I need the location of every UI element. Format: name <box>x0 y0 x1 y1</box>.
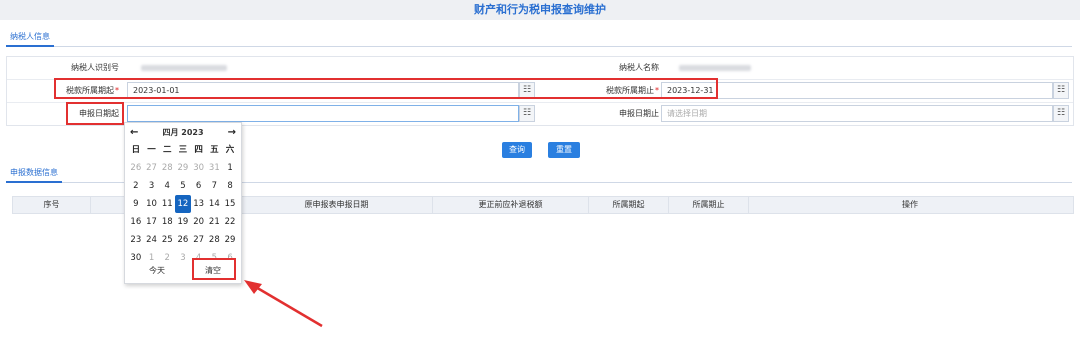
highlight-clear-button <box>192 258 236 280</box>
taxpayer-id-label: 纳税人识别号 <box>71 63 119 72</box>
calendar-day[interactable]: 23 <box>128 231 144 249</box>
calendar-day[interactable]: 29 <box>175 159 191 177</box>
calendar-day[interactable]: 22 <box>222 213 238 231</box>
weekday-header: 一 <box>147 145 156 155</box>
calendar-icon[interactable]: ☷ <box>1053 82 1069 99</box>
declaration-end-label: 申报日期止 <box>619 109 659 118</box>
calendar-day[interactable]: 5 <box>175 177 191 195</box>
column-header: 更正前应补退税额 <box>433 197 589 213</box>
calendar-day[interactable]: 4 <box>159 177 175 195</box>
weekday-header: 三 <box>178 145 188 155</box>
calendar-day[interactable]: 18 <box>159 213 175 231</box>
weekday-header: 二 <box>162 145 172 155</box>
calendar-day[interactable]: 28 <box>159 159 175 177</box>
calendar-day[interactable]: 6 <box>191 177 207 195</box>
calendar-day[interactable]: 25 <box>159 231 175 249</box>
reset-button[interactable]: 重置 <box>548 142 580 158</box>
calendar-day[interactable]: 14 <box>207 195 223 213</box>
calendar-day[interactable]: 3 <box>144 177 160 195</box>
calendar-day[interactable]: 28 <box>207 231 223 249</box>
taxpayer-name-label: 纳税人名称 <box>619 63 659 72</box>
calendar-day[interactable]: 19 <box>175 213 191 231</box>
today-button[interactable]: 今天 <box>149 263 165 279</box>
weekday-header: 五 <box>210 145 219 155</box>
tab-declaration-info[interactable]: 申报数据信息 <box>6 164 62 183</box>
calendar-day[interactable]: 16 <box>128 213 144 231</box>
calendar-day[interactable]: 8 <box>222 177 238 195</box>
query-button[interactable]: 查询 <box>502 142 532 158</box>
highlight-period-row <box>54 78 718 99</box>
calendar-icon[interactable]: ☷ <box>519 105 535 122</box>
period-end-input[interactable]: 2023-12-31 <box>661 82 1053 99</box>
weekday-header: 六 <box>225 145 235 155</box>
tab-taxpayer-info[interactable]: 纳税人信息 <box>6 28 54 47</box>
page-title: 财产和行为税申报查询维护 <box>0 0 1080 20</box>
calendar-day[interactable]: 27 <box>191 231 207 249</box>
taxpayer-tab-row: 纳税人信息 <box>6 28 1072 47</box>
weekday-header: 日 <box>131 145 141 155</box>
calendar-day[interactable]: 1 <box>222 159 238 177</box>
calendar-day[interactable]: 26 <box>128 159 144 177</box>
calendar-day[interactable]: 26 <box>175 231 191 249</box>
next-month-icon[interactable]: → <box>228 125 236 141</box>
calendar-day[interactable]: 30 <box>191 159 207 177</box>
calendar-day[interactable]: 10 <box>144 195 160 213</box>
calendar-day[interactable]: 17 <box>144 213 160 231</box>
month-title[interactable]: 四月 2023 <box>125 125 241 141</box>
form-row-taxpayer: 纳税人识别号 纳税人名称 <box>7 57 1073 80</box>
declaration-start-input[interactable] <box>127 105 519 122</box>
calendar-day[interactable]: 2 <box>128 177 144 195</box>
calendar-day[interactable]: 20 <box>191 213 207 231</box>
calendar-day[interactable]: 7 <box>207 177 223 195</box>
calendar-day[interactable]: 21 <box>207 213 223 231</box>
column-header: 操作 <box>902 200 918 209</box>
prev-month-icon[interactable]: ← <box>130 125 138 141</box>
column-header: 所属期止 <box>669 197 749 213</box>
column-header: 所属期起 <box>589 197 669 213</box>
calendar-day[interactable]: 31 <box>207 159 223 177</box>
taxpayer-name-value-blurred <box>679 65 751 71</box>
calendar-day[interactable]: 9 <box>128 195 144 213</box>
calendar-day-selected[interactable]: 12 <box>175 195 191 213</box>
taxpayer-id-value-blurred <box>141 65 227 71</box>
declaration-end-input[interactable]: 请选择日期 <box>661 105 1053 122</box>
arrow-line <box>253 284 323 328</box>
arrow-head <box>244 280 262 294</box>
date-picker-header: 四月 2023 ← → <box>125 125 241 141</box>
column-header: 原申报表申报日期 <box>241 197 433 213</box>
calendar-day[interactable]: 27 <box>144 159 160 177</box>
calendar-day[interactable]: 13 <box>191 195 207 213</box>
calendar-day[interactable]: 15 <box>222 195 238 213</box>
column-header: 序号 <box>13 197 91 213</box>
calendar-day[interactable]: 24 <box>144 231 160 249</box>
highlight-declaration-label <box>66 102 124 125</box>
weekday-header: 四 <box>194 145 203 155</box>
calendar-day[interactable]: 29 <box>222 231 238 249</box>
calendar-day[interactable]: 11 <box>159 195 175 213</box>
calendar-icon[interactable]: ☷ <box>1053 105 1069 122</box>
